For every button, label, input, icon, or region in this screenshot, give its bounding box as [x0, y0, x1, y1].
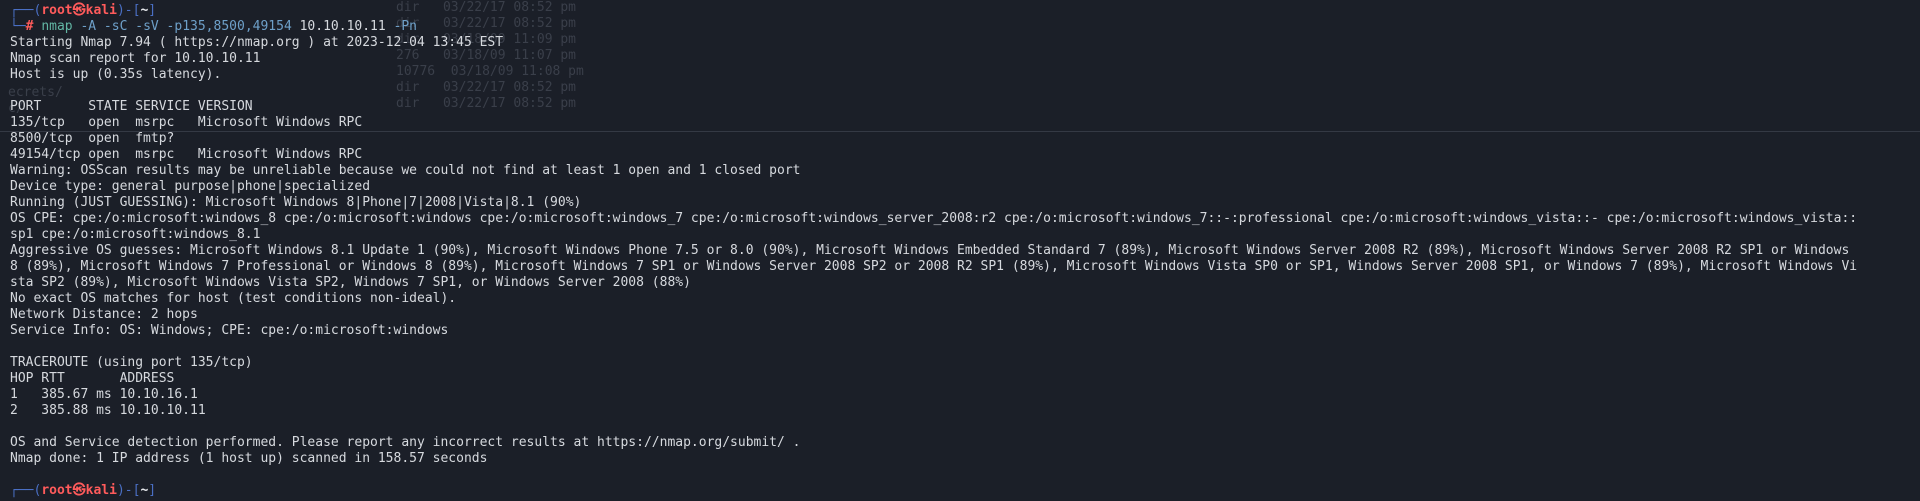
command-program: nmap	[41, 19, 73, 34]
prompt-bracket: ┌──(	[10, 483, 42, 498]
output-line: Service Info: OS: Windows; CPE: cpe:/o:m…	[10, 323, 449, 338]
prompt-host: kali	[85, 483, 117, 498]
prompt-line-top: ┌──(root㉿kali)-[~]	[10, 3, 1910, 19]
command-extra: -Pn	[393, 19, 418, 34]
output-line: 2 385.88 ms 10.10.10.11	[10, 403, 206, 418]
command-line: └─# nmap -A -sC -sV -p135,8500,49154 10.…	[10, 19, 1910, 35]
prompt-host: kali	[85, 3, 117, 18]
prompt-corner: └─	[10, 19, 26, 34]
output-line: Nmap done: 1 IP address (1 host up) scan…	[10, 451, 488, 466]
prompt-bracket: ┌──(	[10, 3, 42, 18]
output-line: sta SP2 (89%), Microsoft Windows Vista S…	[10, 275, 691, 290]
output-line: OS CPE: cpe:/o:microsoft:windows_8 cpe:/…	[10, 211, 1858, 226]
command-flags: -A -sC -sV -p135,8500,49154	[80, 19, 292, 34]
output-line: No exact OS matches for host (test condi…	[10, 291, 457, 306]
skull-icon: ㉿	[72, 3, 86, 18]
prompt-bracket: )-[	[116, 3, 141, 18]
output-line: 8 (89%), Microsoft Windows 7 Professiona…	[10, 259, 1858, 274]
output-line: HOP RTT ADDRESS	[10, 371, 175, 386]
prompt-bracket: )-[	[116, 483, 141, 498]
terminal-window[interactable]: ecrets/ c/ dir 03/22/17 08:52 pm dir 03/…	[0, 0, 1920, 501]
skull-icon: ㉿	[72, 483, 86, 498]
output-line: Aggressive OS guesses: Microsoft Windows…	[10, 243, 1850, 258]
prompt-user: root	[41, 483, 73, 498]
output-line: TRACEROUTE (using port 135/tcp)	[10, 355, 253, 370]
prompt-bracket: ]	[148, 3, 157, 18]
prompt-line-bottom[interactable]: ┌──(root㉿kali)-[~]	[10, 483, 1910, 499]
output-line: 49154/tcp open msrpc Microsoft Windows R…	[10, 147, 363, 162]
output-line: Network Distance: 2 hops	[10, 307, 198, 322]
output-line: PORT STATE SERVICE VERSION	[10, 99, 253, 114]
prompt-hash: #	[25, 19, 34, 34]
terminal-output: Starting Nmap 7.94 ( https://nmap.org ) …	[10, 35, 1910, 483]
output-line: sp1 cpe:/o:microsoft:windows_8.1	[10, 227, 261, 242]
output-line: Device type: general purpose|phone|speci…	[10, 179, 371, 194]
output-line: Warning: OSScan results may be unreliabl…	[10, 163, 801, 178]
prompt-bracket: ]	[148, 483, 157, 498]
output-line: 1 385.67 ms 10.10.16.1	[10, 387, 198, 402]
output-line: OS and Service detection performed. Plea…	[10, 435, 801, 450]
output-line: Nmap scan report for 10.10.10.11	[10, 51, 261, 66]
command-target: 10.10.10.11	[299, 19, 386, 34]
output-line: 135/tcp open msrpc Microsoft Windows RPC	[10, 115, 363, 130]
output-line: Starting Nmap 7.94 ( https://nmap.org ) …	[10, 35, 504, 50]
prompt-user: root	[41, 3, 73, 18]
output-line: Host is up (0.35s latency).	[10, 67, 222, 82]
output-line: 8500/tcp open fmtp?	[10, 131, 175, 146]
output-line: Running (JUST GUESSING): Microsoft Windo…	[10, 195, 582, 210]
